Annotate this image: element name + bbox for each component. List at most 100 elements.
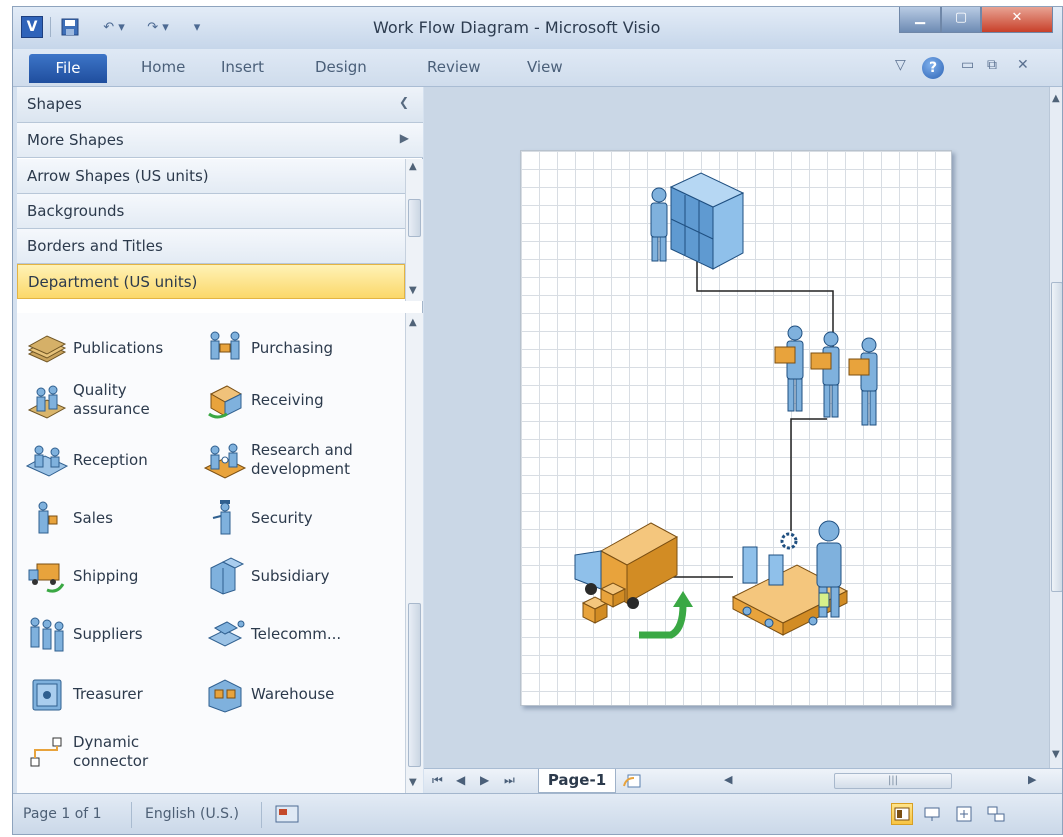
tab-review[interactable]: Review bbox=[427, 58, 481, 76]
shape-shipping[interactable]: Shipping bbox=[25, 551, 138, 601]
presentation-view-button[interactable] bbox=[921, 803, 943, 825]
tab-page-1[interactable]: Page-1 bbox=[538, 769, 616, 793]
tab-view[interactable]: View bbox=[527, 58, 563, 76]
language-status[interactable]: English (U.S.) bbox=[145, 806, 239, 822]
stencil-label: Department (US units) bbox=[28, 273, 198, 291]
switch-windows-button[interactable] bbox=[985, 803, 1007, 825]
scroll-down-icon[interactable]: ▼ bbox=[409, 285, 417, 296]
horizontal-scroll-thumb[interactable]: ||| bbox=[834, 773, 952, 789]
shipping-truck-shape[interactable] bbox=[574, 522, 693, 639]
collapse-panel-icon[interactable]: ❮ bbox=[399, 95, 409, 109]
scroll-right-icon[interactable]: ▶ bbox=[1028, 773, 1036, 786]
scroll-thumb[interactable] bbox=[1051, 282, 1062, 592]
shape-label: Publications bbox=[73, 338, 164, 357]
suppliers-group-shape[interactable] bbox=[774, 325, 878, 426]
vertical-scrollbar[interactable]: ▲ ▼ bbox=[1049, 87, 1062, 768]
scroll-up-icon[interactable]: ▲ bbox=[1052, 93, 1060, 104]
prev-page-icon[interactable]: ◀ bbox=[456, 773, 465, 787]
status-separator bbox=[261, 802, 262, 828]
warehouse-icon bbox=[208, 679, 242, 713]
shape-label: Research and development bbox=[251, 441, 353, 478]
purchasing-icon bbox=[210, 331, 240, 360]
stencil-arrow-shapes[interactable]: Arrow Shapes (US units) bbox=[17, 159, 405, 194]
assembly-worker-shape[interactable] bbox=[731, 520, 849, 636]
scroll-thumb[interactable] bbox=[408, 199, 421, 237]
macro-record-icon[interactable] bbox=[275, 804, 299, 824]
help-icon[interactable]: ? bbox=[922, 57, 944, 79]
shapes-panel-title: Shapes bbox=[27, 95, 82, 113]
shape-treasurer[interactable]: Treasurer bbox=[25, 669, 143, 719]
stencil-backgrounds[interactable]: Backgrounds bbox=[17, 194, 405, 229]
redo-icon[interactable]: ↷ ▾ bbox=[141, 16, 175, 38]
reception-icon bbox=[25, 445, 69, 477]
normal-view-button[interactable] bbox=[891, 803, 913, 825]
visio-app-icon[interactable]: V bbox=[21, 16, 43, 38]
stencil-borders-titles[interactable]: Borders and Titles bbox=[17, 229, 405, 264]
shapes-panel: Shapes ❮ More Shapes ▶ Arrow Shapes (US … bbox=[17, 87, 423, 793]
shape-label: Dynamic connector bbox=[73, 733, 149, 770]
shape-subsidiary[interactable]: Subsidiary bbox=[203, 551, 329, 601]
shape-publications[interactable]: Publications bbox=[25, 323, 163, 373]
drawing-page[interactable] bbox=[520, 150, 952, 706]
tab-home[interactable]: Home bbox=[141, 58, 185, 76]
fit-page-button[interactable] bbox=[953, 803, 975, 825]
shape-label: Quality assurance bbox=[73, 381, 150, 418]
books-icon bbox=[27, 335, 67, 363]
shape-receiving[interactable]: Receiving bbox=[203, 375, 324, 425]
undo-icon[interactable]: ↶ ▾ bbox=[97, 16, 131, 38]
more-shapes-label: More Shapes bbox=[27, 131, 124, 149]
shapes-list-scrollbar[interactable]: ▲ ▼ bbox=[405, 313, 423, 793]
next-page-icon[interactable]: ▶ bbox=[480, 773, 489, 787]
connector-line[interactable] bbox=[790, 418, 827, 531]
shape-purchasing[interactable]: Purchasing bbox=[203, 323, 333, 373]
shape-warehouse[interactable]: Warehouse bbox=[203, 669, 334, 719]
shape-research-development[interactable]: Research and development bbox=[203, 435, 353, 485]
shape-label: Treasurer bbox=[73, 684, 143, 703]
tab-design[interactable]: Design bbox=[315, 58, 367, 76]
shape-label: Warehouse bbox=[251, 684, 335, 703]
doc-close-icon[interactable]: ✕ bbox=[1017, 57, 1029, 73]
shape-label: Telecomm... bbox=[251, 624, 342, 643]
shape-quality-assurance[interactable]: Quality assurance bbox=[25, 375, 150, 425]
shape-sales[interactable]: Sales bbox=[25, 493, 113, 543]
scroll-down-icon[interactable]: ▼ bbox=[409, 777, 417, 788]
minimize-button[interactable]: ▁ bbox=[899, 7, 941, 33]
stencil-label: Arrow Shapes (US units) bbox=[27, 167, 209, 185]
connector-line[interactable] bbox=[696, 261, 834, 349]
shape-reception[interactable]: Reception bbox=[25, 435, 148, 485]
scroll-left-icon[interactable]: ◀ bbox=[724, 773, 732, 786]
doc-restore-icon[interactable]: ⧉ bbox=[987, 57, 997, 73]
save-icon[interactable] bbox=[59, 16, 81, 38]
close-button[interactable]: ✕ bbox=[981, 7, 1053, 33]
stencil-list-scrollbar[interactable]: ▲ ▼ bbox=[405, 159, 423, 301]
scroll-up-icon[interactable]: ▲ bbox=[409, 161, 417, 172]
page-tab-bar: ⏮ ◀ ▶ ⏭ Page-1 ◀ ||| ▶ bbox=[424, 768, 1062, 793]
last-page-icon[interactable]: ⏭ bbox=[504, 773, 515, 788]
shape-telecomm[interactable]: Telecomm... bbox=[203, 609, 341, 659]
scroll-up-icon[interactable]: ▲ bbox=[409, 317, 417, 328]
tab-insert[interactable]: Insert bbox=[221, 58, 264, 76]
shape-label: Security bbox=[251, 508, 313, 527]
drawing-canvas[interactable] bbox=[424, 87, 1049, 768]
maximize-button[interactable]: ▢ bbox=[941, 7, 981, 33]
first-page-icon[interactable]: ⏮ bbox=[432, 773, 443, 788]
minimize-ribbon-icon[interactable]: ▽ bbox=[895, 57, 906, 73]
page-number-status[interactable]: Page 1 of 1 bbox=[23, 806, 102, 822]
doc-minimize-icon[interactable]: ▭ bbox=[961, 57, 974, 73]
shape-security[interactable]: Security bbox=[203, 493, 313, 543]
shape-label: Sales bbox=[73, 508, 113, 527]
shape-suppliers[interactable]: Suppliers bbox=[25, 609, 143, 659]
shapes-panel-header: Shapes ❮ bbox=[17, 87, 423, 123]
shape-label: Shipping bbox=[73, 566, 139, 585]
scroll-down-icon[interactable]: ▼ bbox=[1052, 749, 1060, 760]
customize-quick-access-icon[interactable]: ▾ bbox=[187, 16, 207, 38]
suppliers-icon bbox=[30, 617, 64, 652]
insert-page-icon[interactable] bbox=[620, 772, 648, 790]
shape-dynamic-connector[interactable]: Dynamic connector bbox=[25, 727, 148, 777]
more-shapes-button[interactable]: More Shapes ▶ bbox=[17, 123, 423, 158]
scroll-thumb[interactable] bbox=[408, 603, 421, 767]
cabinet-worker-shape[interactable] bbox=[650, 172, 745, 270]
tab-file[interactable]: File bbox=[29, 54, 107, 83]
stencil-department[interactable]: Department (US units) bbox=[17, 264, 405, 299]
subsidiary-icon bbox=[210, 557, 245, 595]
